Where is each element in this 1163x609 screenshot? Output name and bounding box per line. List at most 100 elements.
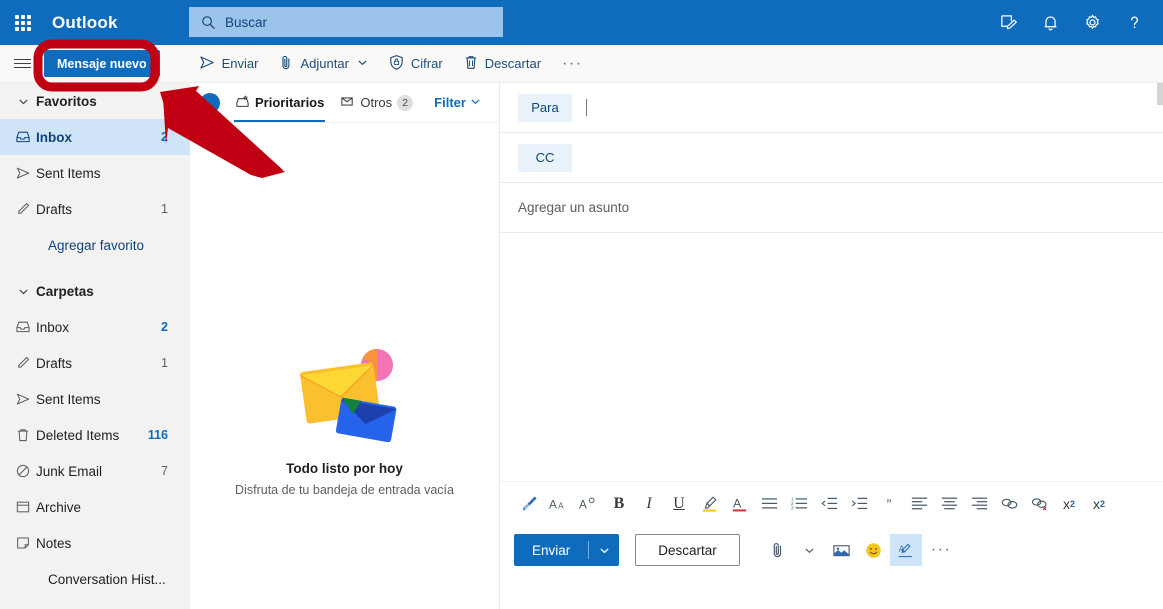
note-icon (10, 535, 36, 551)
sidebar-item-inbox[interactable]: Inbox 2 (0, 309, 190, 345)
folders-group-header[interactable]: Carpetas (0, 273, 190, 309)
trash-icon (10, 427, 36, 443)
sidebar-item-label: Inbox (36, 319, 70, 335)
emoji-icon[interactable] (858, 534, 890, 566)
search-icon (201, 15, 216, 30)
align-center-icon[interactable] (934, 489, 964, 519)
paperclip-icon[interactable] (762, 534, 794, 566)
sidebar-item-notes[interactable]: Notes (0, 525, 190, 561)
quote-icon[interactable]: ” (874, 489, 904, 519)
vertical-scrollbar[interactable] (1157, 83, 1163, 105)
insert-link-icon[interactable] (994, 489, 1024, 519)
more-options-button[interactable]: ··· (922, 542, 960, 558)
gear-icon[interactable] (1071, 0, 1113, 45)
select-circle-icon[interactable] (200, 92, 220, 113)
search-input[interactable] (225, 8, 503, 36)
remove-link-icon[interactable] (1024, 489, 1054, 519)
format-painter-icon[interactable] (514, 489, 544, 519)
encrypt-button[interactable]: Cifrar (379, 48, 452, 80)
tab-label: Prioritarios (255, 95, 325, 110)
message-body-editor[interactable] (500, 233, 1163, 481)
chevron-down-icon (470, 95, 481, 110)
sidebar-item-label: Drafts (36, 355, 73, 371)
sidebar-item-favorite-drafts[interactable]: Drafts 1 (0, 191, 190, 227)
filter-button[interactable]: Filter (434, 95, 481, 110)
sidebar-item-deleted[interactable]: Deleted Items 116 (0, 417, 190, 453)
sidebar-item-drafts[interactable]: Drafts 1 (0, 345, 190, 381)
help-icon[interactable] (1113, 0, 1155, 45)
cc-field-chip[interactable]: CC (518, 143, 572, 172)
search-box[interactable] (189, 7, 503, 37)
sidebar-item-favorite-inbox[interactable]: Inbox 2 (0, 119, 190, 155)
new-message-button[interactable]: Mensaje nuevo (44, 50, 160, 77)
subject-input[interactable] (518, 200, 1145, 215)
highlight-icon[interactable] (694, 489, 724, 519)
insert-picture-icon[interactable] (826, 534, 858, 566)
bulleted-list-icon[interactable] (754, 489, 784, 519)
sidebar-item-count: 116 (147, 428, 168, 442)
bell-icon[interactable] (1029, 0, 1071, 45)
chevron-down-icon (357, 56, 368, 71)
app-launcher-button[interactable] (0, 0, 46, 45)
italic-icon[interactable]: I (634, 489, 664, 519)
increase-indent-icon[interactable] (844, 489, 874, 519)
send-arrow-icon (10, 391, 36, 407)
grow-font-icon[interactable]: AA (544, 489, 574, 519)
bold-icon[interactable]: B (604, 489, 634, 519)
subscript-icon[interactable]: x2 (1084, 489, 1114, 519)
send-button-label: Enviar (221, 56, 259, 71)
send-split-button[interactable]: Enviar (514, 534, 620, 566)
add-favorite-link[interactable]: Agregar favorito (0, 227, 190, 263)
more-commands-button[interactable]: ··· (552, 55, 592, 71)
sidebar-item-count: 2 (161, 320, 168, 334)
empty-inbox-envelopes-icon (285, 345, 405, 445)
hamburger-icon[interactable] (0, 45, 44, 83)
compose-insert-icons: A ··· (762, 534, 960, 566)
sidebar-item-label: Notes (36, 535, 72, 551)
discard-button-label: Descartar (484, 56, 542, 71)
sidebar-item-favorite-sent[interactable]: Sent Items (0, 155, 190, 191)
discard-button[interactable]: Descartar (635, 534, 740, 566)
discard-button[interactable]: Descartar (454, 48, 550, 80)
sidebar-item-label: Sent Items (36, 165, 101, 181)
top-bar-icons (987, 0, 1155, 45)
formatting-toolbar: AA A B I U A 123 ” x 2 x 2 (500, 481, 1163, 525)
compose-action-bar: Enviar Descartar A ··· (500, 525, 1163, 575)
decrease-indent-icon[interactable] (814, 489, 844, 519)
tab-label: Otros (360, 95, 393, 110)
superscript-icon[interactable]: x2 (1054, 489, 1084, 519)
tab-prioritarios[interactable]: Prioritarios (228, 83, 331, 122)
align-right-icon[interactable] (964, 489, 994, 519)
font-color-icon[interactable]: A (724, 489, 754, 519)
shrink-font-icon[interactable]: A (574, 489, 604, 519)
chevron-down-icon[interactable] (589, 534, 619, 566)
favorites-group-header[interactable]: Favoritos (0, 83, 190, 119)
attach-button[interactable]: Adjuntar (269, 48, 376, 80)
numbered-list-icon[interactable]: 123 (784, 489, 814, 519)
chevron-down-icon[interactable] (794, 534, 826, 566)
sidebar-item-archive[interactable]: Archive (0, 489, 190, 525)
sidebar-item-sent[interactable]: Sent Items (0, 381, 190, 417)
meeting-note-icon[interactable] (987, 0, 1029, 45)
sidebar-item-count: 1 (161, 356, 168, 370)
inbox-icon (10, 129, 36, 145)
to-field-row[interactable]: Para (500, 83, 1163, 133)
sidebar-item-conversation-history[interactable]: Conversation Hist... (0, 561, 190, 597)
cc-field-row[interactable]: CC (500, 133, 1163, 183)
paperclip-icon (278, 54, 294, 74)
send-arrow-icon (10, 165, 36, 181)
sidebar-item-junk[interactable]: Junk Email 7 (0, 453, 190, 489)
send-button[interactable]: Enviar (190, 48, 268, 80)
to-field-chip[interactable]: Para (518, 93, 572, 122)
tab-otros[interactable]: Otros 2 (333, 83, 420, 122)
command-bar: Mensaje nuevo Enviar Adjuntar Cifrar Des… (0, 45, 1163, 83)
underline-icon[interactable]: U (664, 489, 694, 519)
align-left-icon[interactable] (904, 489, 934, 519)
subject-field-row[interactable] (500, 183, 1163, 233)
signature-icon[interactable]: A (889, 534, 922, 566)
empty-state-subtitle: Disfruta de tu bandeja de entrada vacía (235, 483, 454, 497)
top-navigation-bar: Outlook (0, 0, 1163, 45)
filter-label: Filter (434, 95, 466, 110)
send-button-label: Enviar (532, 542, 571, 558)
svg-text:A: A (579, 497, 587, 511)
